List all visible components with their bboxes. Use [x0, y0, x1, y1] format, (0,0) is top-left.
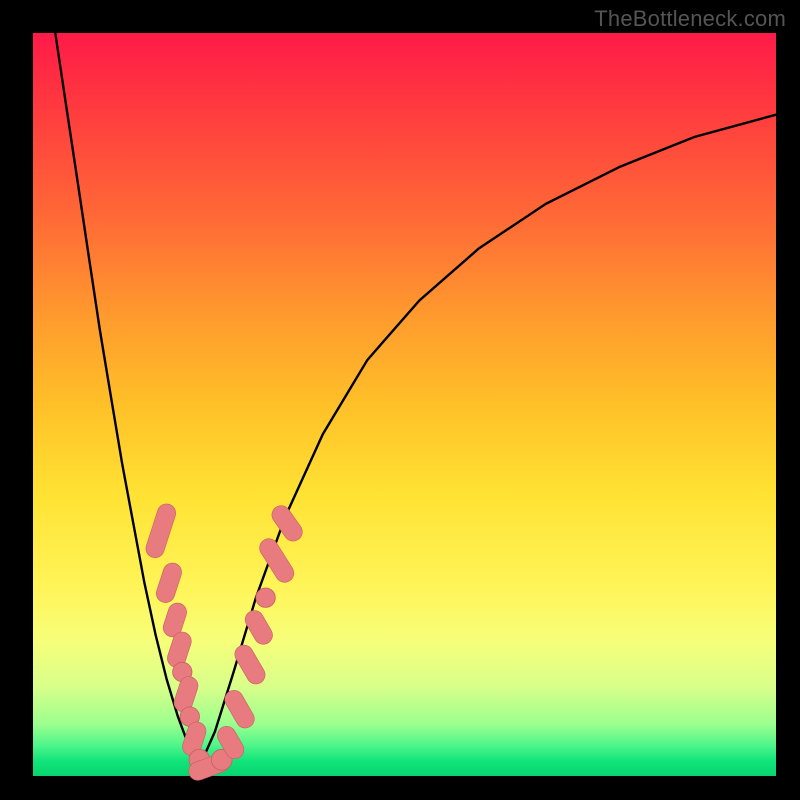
curve-right-branch	[200, 115, 776, 765]
data-marker	[227, 736, 235, 750]
data-marker	[256, 588, 275, 607]
data-marker	[166, 572, 173, 593]
data-marker	[192, 731, 197, 747]
data-marker	[183, 686, 189, 703]
chart-overlay	[0, 0, 800, 800]
data-marker	[234, 700, 245, 719]
data-marker	[254, 620, 263, 635]
data-marker	[172, 612, 177, 628]
data-marker	[177, 641, 183, 658]
data-marker	[244, 654, 256, 675]
curve-layer	[55, 33, 776, 765]
data-marker	[281, 515, 293, 532]
chart-frame: TheBottleneck.com	[0, 0, 800, 800]
data-marker	[155, 513, 166, 548]
marker-layer	[155, 513, 293, 771]
